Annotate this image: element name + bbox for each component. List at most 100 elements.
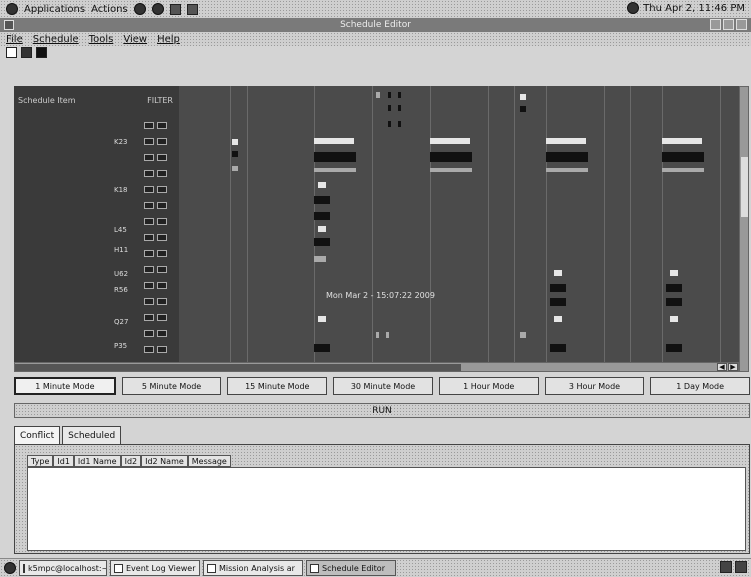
filter-row[interactable]	[144, 122, 172, 130]
schedule-block[interactable]	[666, 298, 682, 306]
schedule-block[interactable]	[388, 121, 391, 127]
save-icon[interactable]	[36, 47, 47, 58]
filter-row[interactable]	[144, 282, 172, 290]
clock[interactable]: Thu Apr 2, 11:46 PM	[643, 3, 745, 14]
menu-tools[interactable]: Tools	[89, 34, 114, 45]
schedule-block[interactable]	[318, 226, 326, 232]
new-file-icon[interactable]	[6, 47, 17, 58]
filter-row[interactable]	[144, 218, 172, 226]
schedule-block[interactable]	[314, 212, 330, 220]
column-header[interactable]: Id2 Name	[141, 455, 188, 467]
schedule-block[interactable]	[314, 138, 354, 144]
filter-row[interactable]	[144, 298, 172, 306]
schedule-block[interactable]	[232, 151, 238, 157]
terminal-launcher-icon[interactable]	[169, 3, 181, 15]
filter-row[interactable]	[144, 170, 172, 178]
column-header[interactable]: Id1 Name	[73, 455, 121, 467]
open-folder-icon[interactable]	[21, 47, 32, 58]
schedule-block[interactable]	[232, 166, 238, 171]
schedule-block[interactable]	[546, 168, 588, 172]
window-menu-icon[interactable]	[4, 20, 14, 30]
column-header[interactable]: Type	[27, 455, 54, 467]
mode-30-minute-button[interactable]: 30 Minute Mode	[333, 377, 433, 395]
filter-row[interactable]	[144, 314, 172, 322]
schedule-block[interactable]	[388, 92, 391, 98]
conflict-table-body[interactable]	[27, 467, 746, 551]
mail-launcher-icon[interactable]	[151, 3, 164, 15]
schedule-block[interactable]	[662, 168, 704, 172]
mode-5-minute-button[interactable]: 5 Minute Mode	[121, 377, 222, 395]
schedule-block[interactable]	[376, 92, 380, 98]
filter-row[interactable]	[144, 234, 172, 242]
tab-scheduled[interactable]: Scheduled	[62, 426, 122, 444]
workspace-switcher-icon[interactable]	[735, 561, 747, 573]
run-button[interactable]: RUN	[14, 403, 750, 418]
menu-help[interactable]: Help	[157, 34, 180, 45]
schedule-block[interactable]	[314, 196, 330, 204]
schedule-block[interactable]	[554, 316, 562, 322]
actions-menu[interactable]: Actions	[91, 4, 128, 15]
scroll-left-icon[interactable]: ◀	[717, 363, 727, 371]
schedule-block[interactable]	[520, 332, 526, 338]
filter-row[interactable]	[144, 186, 172, 194]
schedule-block[interactable]	[670, 316, 678, 322]
schedule-block[interactable]	[376, 332, 379, 338]
browser-launcher-icon[interactable]	[133, 3, 146, 15]
schedule-block[interactable]	[398, 105, 401, 111]
column-header[interactable]: Id2	[120, 455, 142, 467]
schedule-block[interactable]	[662, 152, 704, 162]
schedule-block[interactable]	[398, 121, 401, 127]
minimize-icon[interactable]	[710, 19, 721, 30]
filter-row[interactable]	[144, 250, 172, 258]
schedule-block[interactable]	[670, 270, 678, 276]
editor-launcher-icon[interactable]	[186, 3, 198, 15]
scroll-thumb[interactable]	[15, 364, 461, 371]
taskbar-item[interactable]: Mission Analysis ar	[203, 560, 303, 576]
schedule-block[interactable]	[546, 152, 588, 162]
maximize-icon[interactable]	[723, 19, 734, 30]
schedule-block[interactable]	[318, 316, 326, 322]
filter-label[interactable]: FILTER	[147, 96, 173, 105]
schedule-block[interactable]	[314, 152, 356, 162]
filter-row[interactable]	[144, 266, 172, 274]
schedule-block[interactable]	[386, 332, 389, 338]
schedule-block[interactable]	[550, 344, 566, 352]
mode-15-minute-button[interactable]: 15 Minute Mode	[227, 377, 328, 395]
mode-3-hour-button[interactable]: 3 Hour Mode	[544, 377, 645, 395]
schedule-block[interactable]	[314, 256, 326, 262]
schedule-block[interactable]	[520, 106, 526, 112]
taskbar-item[interactable]: Event Log Viewer	[110, 560, 200, 576]
mode-1-hour-button[interactable]: 1 Hour Mode	[438, 377, 539, 395]
schedule-block[interactable]	[398, 92, 401, 98]
schedule-block[interactable]	[550, 298, 566, 306]
filter-row[interactable]	[144, 330, 172, 338]
schedule-block[interactable]	[520, 94, 526, 100]
filter-row[interactable]	[144, 202, 172, 210]
tab-conflict[interactable]: Conflict	[14, 426, 61, 444]
schedule-block[interactable]	[232, 139, 238, 145]
schedule-block[interactable]	[314, 238, 330, 246]
schedule-block[interactable]	[430, 152, 472, 162]
schedule-block[interactable]	[318, 182, 326, 188]
taskbar-item[interactable]: Schedule Editor	[306, 560, 396, 576]
schedule-block[interactable]	[662, 138, 702, 144]
scroll-thumb[interactable]	[741, 157, 748, 217]
window-titlebar[interactable]: Schedule Editor	[0, 18, 751, 32]
foot-menu-icon[interactable]	[6, 3, 18, 15]
workspace-switcher-icon[interactable]	[720, 561, 732, 573]
schedule-block[interactable]	[388, 105, 391, 111]
filter-row[interactable]	[144, 154, 172, 162]
schedule-block[interactable]	[430, 138, 470, 144]
schedule-grid[interactable]: Schedule Item FILTER K23 K18 L45 H11 U62…	[14, 86, 739, 362]
close-icon[interactable]	[736, 19, 747, 30]
column-header[interactable]: Message	[187, 455, 231, 467]
mode-1-minute-button[interactable]: 1 Minute Mode	[14, 377, 116, 395]
menu-view[interactable]: View	[123, 34, 147, 45]
horizontal-scrollbar[interactable]: ◀ ▶	[14, 362, 739, 372]
schedule-block[interactable]	[666, 284, 682, 292]
filter-row[interactable]	[144, 346, 172, 354]
scroll-right-icon[interactable]: ▶	[728, 363, 738, 371]
schedule-block[interactable]	[666, 344, 682, 352]
taskbar-item[interactable]: k5mpc@localhost:~	[19, 560, 107, 576]
show-desktop-icon[interactable]	[4, 562, 16, 574]
